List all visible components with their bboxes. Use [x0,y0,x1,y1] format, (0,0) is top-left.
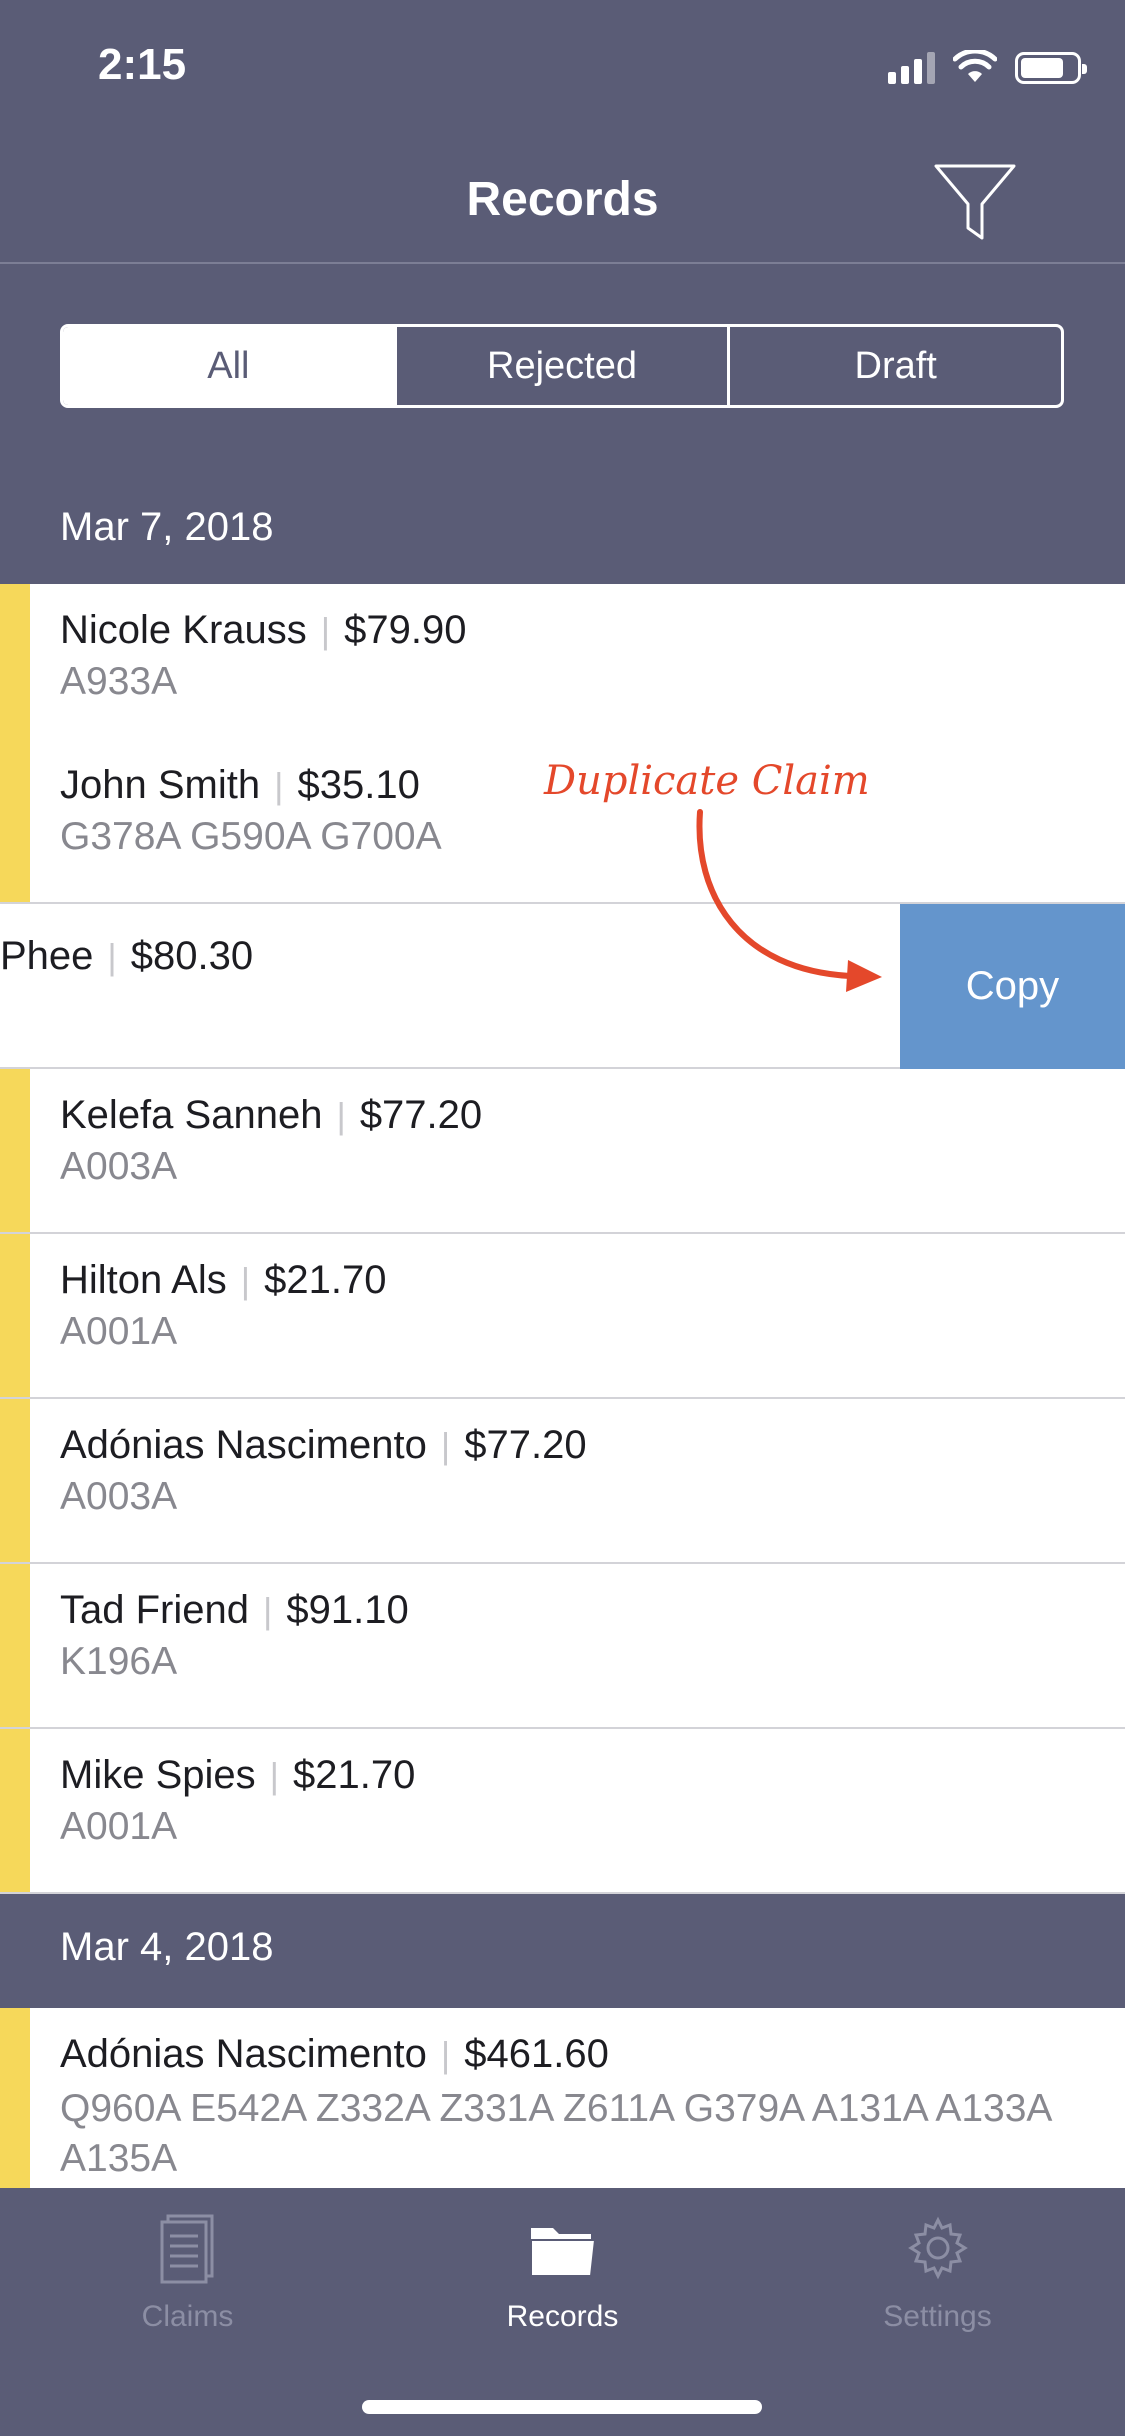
status-accent-bar [0,1564,30,1727]
segment-draft[interactable]: Draft [730,327,1061,405]
duplicate-claim-annotation: Duplicate Claim [544,758,870,804]
patient-name: Hilton Als [60,1258,227,1302]
status-accent-bar [0,1399,30,1562]
battery-icon [1015,52,1087,84]
record-title: Tad Friend | $91.10 [60,1588,409,1633]
tab-records[interactable]: Records [375,2212,750,2334]
record-title: Adónias Nascimento | $77.20 [60,1423,587,1468]
status-accent-bar [0,739,30,902]
record-row[interactable]: Kelefa Sanneh | $77.20 A003A [0,1069,1125,1234]
separator: | [269,1755,279,1796]
tab-label: Settings [883,2300,992,2333]
segment-rejected[interactable]: Rejected [397,327,731,405]
service-codes: Q960A E542A Z332A Z331A Z611A G379A A131… [60,2087,1051,2180]
patient-name: Nicole Krauss [60,608,307,652]
record-title: Mike Spies | $21.70 [60,1753,415,1798]
record-row[interactable]: Tad Friend | $91.10 K196A [0,1564,1125,1729]
claim-amount: $35.10 [297,763,420,807]
service-codes: A003A [60,1145,178,1188]
separator: | [240,1260,251,1301]
claim-amount: $77.20 [359,1093,483,1137]
service-codes: A001A [60,1805,178,1848]
patient-name: Kelefa Sanneh [60,1093,323,1137]
tab-claims[interactable]: Claims [0,2212,375,2334]
record-row[interactable]: Mike Spies | $21.70 A001A [0,1729,1125,1894]
record-row-swiped[interactable]: Phee | $80.30 Copy [0,904,1125,1069]
navigation-bar: Records [0,132,1125,264]
claim-amount: $77.20 [464,1423,587,1467]
service-codes: A933A [60,660,178,703]
separator: | [336,1095,346,1136]
segment-all[interactable]: All [63,327,397,405]
status-time: 2:15 [98,40,187,89]
tab-label: Records [506,2300,619,2333]
patient-name: John Smith [60,763,261,807]
status-accent-bar [0,2008,30,2188]
claim-amount: $21.70 [292,1753,416,1797]
record-title: Hilton Als | $21.70 [60,1258,386,1303]
record-row[interactable]: Adónias Nascimento | $77.20 A003A [0,1399,1125,1564]
filter-icon[interactable] [930,156,1020,246]
patient-name: Tad Friend [60,1588,249,1632]
cellular-signal-icon [888,50,935,84]
status-icons [888,50,1087,84]
claim-amount: $79.90 [344,608,467,652]
service-codes: A003A [60,1475,178,1518]
status-accent-bar [0,1069,30,1232]
tab-settings[interactable]: Settings [750,2212,1125,2334]
wifi-icon [953,50,997,82]
record-row[interactable]: Nicole Krauss | $79.90 A933A [0,584,1125,749]
copy-button[interactable]: Copy [900,904,1125,1069]
tab-bar: Claims Records Settings [0,2188,1125,2436]
separator: | [262,1590,273,1631]
status-accent-bar [0,1729,30,1892]
patient-name: Adónias Nascimento [60,2032,427,2076]
service-codes: K196A [60,1640,178,1683]
patient-name: Adónias Nascimento [60,1423,427,1467]
records-screen: 2:15 Records All Rejected Draft Mar 7, 2… [0,0,1125,2436]
record-row[interactable]: Adónias Nascimento | $461.60 Q960A E542A Z… [0,2008,1125,2188]
record-filter-segmented-control: All Rejected Draft [60,324,1064,408]
separator: | [274,765,284,806]
patient-name: Mike Spies [60,1753,256,1797]
home-indicator[interactable] [362,2400,762,2414]
record-row[interactable]: Hilton Als | $21.70 A001A [0,1234,1125,1399]
status-accent-bar [0,584,30,747]
claim-amount: $91.10 [286,1588,409,1632]
service-codes: G378A G590A G700A [60,815,442,858]
separator: | [440,2034,451,2075]
record-title: John Smith | $35.10 [60,763,420,808]
gear-icon [907,2216,968,2280]
folder-icon [529,2228,596,2277]
separator: | [107,936,117,977]
service-codes: A001A [60,1310,178,1353]
claim-amount: $461.60 [464,2032,609,2076]
section-header-date: Mar 7, 2018 [60,505,274,549]
status-bar: 2:15 [0,0,1125,132]
record-title: Nicole Krauss | $79.90 [60,608,466,653]
section-header-date: Mar 4, 2018 [60,1925,274,1969]
record-title: Phee | $80.30 [0,934,253,979]
separator: | [320,610,331,651]
record-title: Kelefa Sanneh | $77.20 [60,1093,482,1138]
claim-amount: $80.30 [130,934,254,978]
document-list-icon [160,2214,213,2284]
tab-label: Claims [141,2300,234,2333]
patient-name: Phee [0,934,94,978]
record-title: Adónias Nascimento | $461.60 [60,2032,609,2077]
separator: | [440,1425,451,1466]
claim-amount: $21.70 [264,1258,387,1302]
annotation-arrow-icon [696,809,882,992]
status-accent-bar [0,1234,30,1397]
